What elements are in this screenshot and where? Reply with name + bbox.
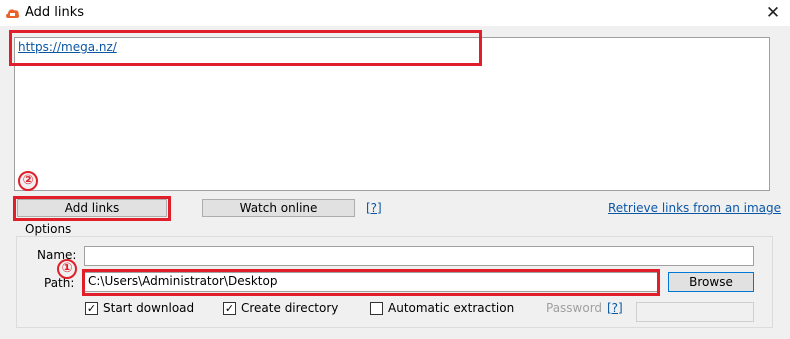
mega-cloud-icon (6, 9, 20, 18)
title-bar (0, 0, 790, 26)
step-marker-2: ② (18, 171, 38, 191)
automatic-extraction-checkbox[interactable] (370, 302, 383, 315)
password-label: Password (546, 301, 603, 315)
retrieve-links-link[interactable]: Retrieve links from an image (608, 200, 781, 216)
start-download-label[interactable]: Start download (103, 300, 194, 316)
help-link[interactable]: [?] (366, 200, 382, 216)
create-directory-checkbox[interactable]: ✓ (223, 302, 236, 315)
name-input[interactable] (84, 246, 754, 266)
create-directory-label[interactable]: Create directory (241, 300, 338, 316)
url-highlight (9, 30, 482, 66)
window-title: Add links (25, 5, 85, 20)
automatic-extraction-label[interactable]: Automatic extraction (388, 300, 514, 316)
add-links-highlight (13, 196, 171, 221)
watch-online-button[interactable]: Watch online (202, 199, 355, 217)
password-help-link[interactable]: [?] (607, 300, 623, 316)
password-input (636, 302, 754, 322)
options-title: Options (22, 222, 75, 236)
browse-button[interactable]: Browse (668, 272, 754, 292)
step-marker-1: ① (57, 259, 77, 279)
close-icon[interactable]: ✕ (762, 2, 784, 24)
path-highlight (82, 269, 660, 296)
start-download-checkbox[interactable]: ✓ (85, 302, 98, 315)
